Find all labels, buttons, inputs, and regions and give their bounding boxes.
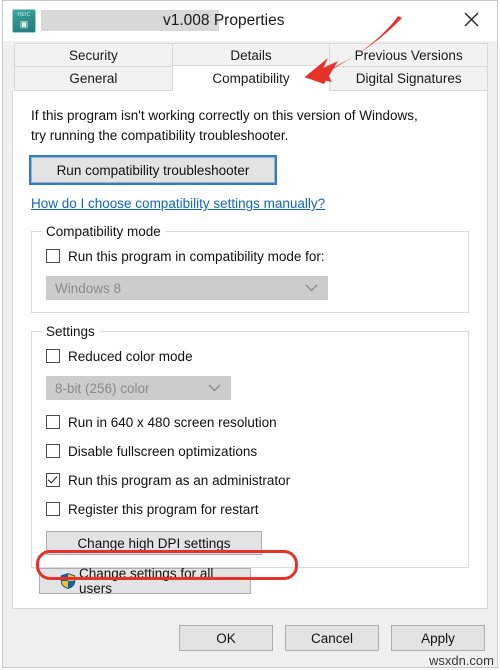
run-as-administrator-row[interactable]: Run this program as an administrator [46, 470, 456, 490]
run-as-administrator-checkbox[interactable] [46, 473, 60, 487]
app-icon: HEIC ▣ [12, 9, 36, 33]
run-640x480-row[interactable]: Run in 640 x 480 screen resolution [46, 412, 456, 432]
run-640x480-checkbox[interactable] [46, 415, 60, 429]
compatibility-mode-checkbox-row[interactable]: Run this program in compatibility mode f… [46, 246, 456, 266]
intro-line-2: try running the compatibility troublesho… [31, 128, 289, 143]
reduced-color-mode-label: Reduced color mode [68, 348, 193, 364]
app-icon-glyph: ▣ [19, 19, 29, 29]
compatibility-mode-checkbox[interactable] [46, 249, 60, 263]
ok-button[interactable]: OK [179, 625, 273, 651]
tab-strip: Security Details Previous Versions Gener… [3, 41, 497, 91]
change-settings-for-all-users-button[interactable]: Change settings for all users [39, 566, 251, 596]
tab-row-bottom: General Compatibility Digital Signatures [14, 65, 489, 91]
title-bar: HEIC ▣ v1.008 Properties [3, 1, 497, 41]
close-icon [464, 12, 478, 26]
chevron-down-icon [305, 284, 318, 292]
window-title: v1.008 Properties [163, 12, 285, 29]
tab-general[interactable]: General [14, 66, 172, 91]
compatibility-settings-help-link[interactable]: How do I choose compatibility settings m… [31, 196, 325, 211]
run-compatibility-troubleshooter-button[interactable]: Run compatibility troubleshooter [29, 155, 277, 185]
compatibility-mode-dropdown[interactable]: Windows 8 [46, 276, 328, 300]
run-640x480-label: Run in 640 x 480 screen resolution [68, 414, 277, 430]
settings-group: Settings Reduced color mode 8-bit (256) … [31, 324, 469, 568]
register-for-restart-label: Register this program for restart [68, 501, 259, 517]
settings-legend: Settings [42, 324, 99, 339]
compatibility-mode-legend: Compatibility mode [42, 224, 165, 239]
change-high-dpi-settings-button[interactable]: Change high DPI settings [46, 531, 262, 555]
properties-dialog: HEIC ▣ v1.008 Properties Security Detail… [2, 0, 498, 668]
compatibility-panel: If this program isn't working correctly … [12, 91, 488, 609]
reduced-color-mode-row[interactable]: Reduced color mode [46, 346, 456, 366]
uac-shield-icon [60, 573, 76, 589]
disable-fullscreen-label: Disable fullscreen optimizations [68, 443, 258, 459]
register-for-restart-row[interactable]: Register this program for restart [46, 499, 456, 519]
intro-line-1: If this program isn't working correctly … [31, 108, 418, 123]
tab-compatibility[interactable]: Compatibility [171, 65, 330, 91]
compatibility-mode-group: Compatibility mode Run this program in c… [31, 224, 469, 313]
tab-previous-versions[interactable]: Previous Versions [329, 43, 489, 68]
disable-fullscreen-checkbox[interactable] [46, 444, 60, 458]
compatibility-mode-checkbox-label: Run this program in compatibility mode f… [68, 248, 325, 264]
dialog-footer: OK Cancel Apply [3, 609, 497, 667]
compatibility-mode-dropdown-value: Windows 8 [55, 280, 122, 296]
apply-button[interactable]: Apply [391, 625, 485, 651]
run-as-administrator-label: Run this program as an administrator [68, 472, 291, 488]
tab-digital-signatures[interactable]: Digital Signatures [329, 66, 489, 91]
tab-security[interactable]: Security [14, 43, 172, 68]
color-depth-dropdown-value: 8-bit (256) color [55, 380, 150, 396]
disable-fullscreen-row[interactable]: Disable fullscreen optimizations [46, 441, 456, 461]
register-for-restart-checkbox[interactable] [46, 502, 60, 516]
app-icon-label: HEIC [17, 12, 31, 18]
reduced-color-mode-checkbox[interactable] [46, 349, 60, 363]
change-settings-for-all-users-label: Change settings for all users [79, 566, 214, 596]
page-background: HEIC ▣ v1.008 Properties Security Detail… [0, 0, 500, 670]
color-depth-dropdown[interactable]: 8-bit (256) color [46, 376, 231, 400]
close-button[interactable] [449, 3, 493, 35]
chevron-down-icon [208, 384, 221, 392]
cancel-button[interactable]: Cancel [285, 625, 379, 651]
